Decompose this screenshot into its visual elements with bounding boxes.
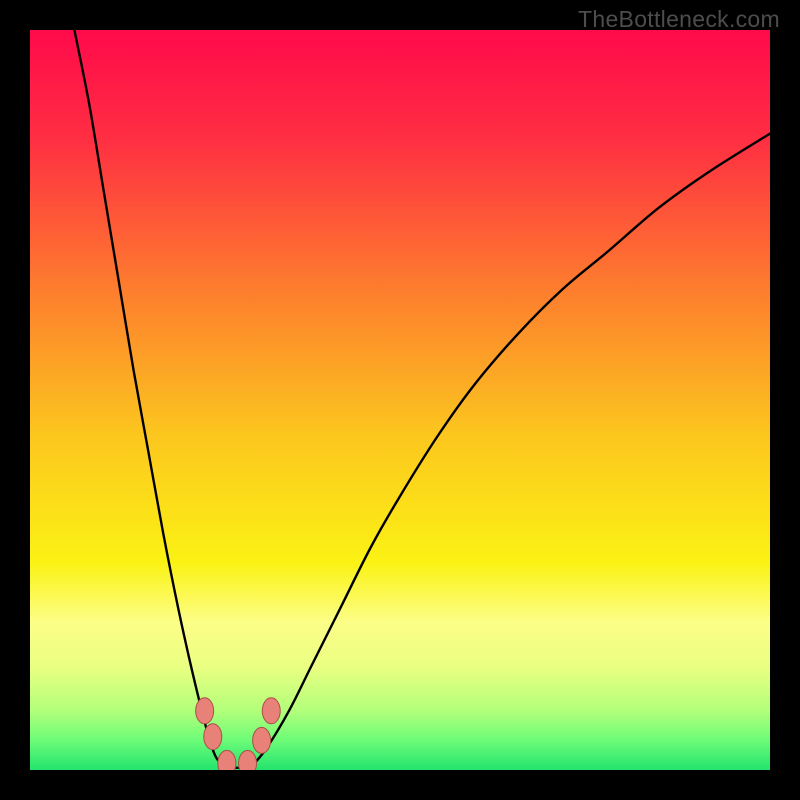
marker-right-marker-top — [262, 698, 280, 724]
marker-bottom-marker-right — [239, 750, 257, 770]
marker-left-marker-top — [196, 698, 214, 724]
watermark-text: TheBottleneck.com — [578, 6, 780, 33]
marker-right-marker-bottom — [253, 727, 271, 753]
gradient-background — [30, 30, 770, 770]
marker-bottom-marker-left — [218, 750, 236, 770]
bottleneck-plot — [30, 30, 770, 770]
marker-left-marker-bottom — [204, 724, 222, 750]
chart-frame: TheBottleneck.com — [0, 0, 800, 800]
